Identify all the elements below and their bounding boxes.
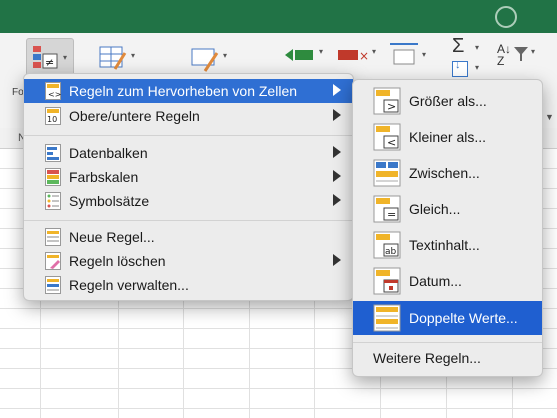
menu-item-color-scales[interactable]: Farbskalen — [24, 165, 353, 189]
chevron-down-icon: ▾ — [475, 63, 480, 72]
submenu-item-more-rules[interactable]: Weitere Regeln... — [353, 344, 542, 372]
top-bottom-rules-icon: 10 — [45, 107, 61, 125]
title-bar — [0, 0, 557, 33]
submenu-item-label: Gleich... — [409, 201, 461, 217]
menu-item-highlight-cell-rules[interactable]: <> Regeln zum Hervorheben von Zellen — [24, 79, 353, 103]
svg-text:<>: <> — [48, 90, 61, 99]
svg-text:≠: ≠ — [45, 56, 54, 69]
scroll-arrow[interactable]: ▼ — [545, 112, 554, 122]
menu-item-icon-sets[interactable]: Symbolsätze — [24, 189, 353, 213]
insert-cells-icon — [285, 49, 313, 61]
color-scales-icon — [45, 168, 61, 186]
submenu-item-date-occurring[interactable]: Datum... — [353, 264, 542, 298]
fill-down-icon: ↓ — [455, 59, 461, 71]
submenu-item-label: Weitere Regeln... — [373, 350, 481, 366]
submenu-arrow-icon — [333, 170, 341, 182]
menu-item-label: Farbskalen — [69, 169, 139, 185]
submenu-item-label: Doppelte Werte... — [409, 310, 518, 326]
svg-text:×: × — [359, 49, 369, 63]
chevron-down-icon: ▾ — [131, 51, 136, 60]
menu-separator — [24, 135, 353, 136]
svg-text:>: > — [387, 100, 396, 113]
cell-styles-button[interactable]: ▾ — [187, 41, 231, 75]
conditional-formatting-menu: <> Regeln zum Hervorheben von Zellen 10 … — [23, 73, 354, 301]
menu-item-label: Neue Regel... — [69, 229, 155, 245]
text-contains-icon: ab — [373, 231, 401, 259]
submenu-item-label: Größer als... — [409, 93, 487, 109]
format-as-table-icon — [99, 46, 127, 70]
conditional-formatting-icon: ≠ — [33, 46, 58, 69]
sort-filter-button[interactable]: A↓Z ▾ — [495, 41, 539, 75]
menu-item-clear-rules[interactable]: Regeln löschen — [24, 249, 353, 273]
account-icon[interactable] — [495, 6, 517, 28]
submenu-item-label: Zwischen... — [409, 165, 480, 181]
greater-than-icon: > — [373, 87, 401, 115]
svg-text:<: < — [387, 136, 396, 149]
menu-item-manage-rules[interactable]: Regeln verwalten... — [24, 273, 353, 297]
filter-icon — [514, 47, 528, 61]
format-as-table-button[interactable]: ▾ — [95, 41, 139, 75]
submenu-arrow-icon — [333, 109, 341, 121]
delete-cells-icon: × — [338, 49, 369, 63]
date-occurring-icon — [373, 267, 401, 295]
ribbon-left-label: Fo — [12, 87, 24, 98]
menu-item-label: Regeln zum Hervorheben von Zellen — [69, 83, 298, 99]
submenu-arrow-icon — [333, 254, 341, 266]
menu-item-label: Regeln löschen — [69, 253, 166, 269]
menu-item-data-bars[interactable]: Datenbalken — [24, 141, 353, 165]
format-cells-button[interactable]: ▾ — [386, 38, 430, 72]
submenu-separator — [353, 342, 542, 343]
highlight-cell-rules-submenu: > Größer als... < Kleiner als... Zwische… — [352, 79, 543, 377]
new-rule-icon — [45, 228, 61, 246]
submenu-item-equal-to[interactable]: = Gleich... — [353, 192, 542, 226]
manage-rules-icon — [45, 276, 61, 294]
menu-item-label: Obere/untere Regeln — [69, 108, 200, 124]
submenu-item-label: Textinhalt... — [409, 237, 480, 253]
submenu-arrow-icon — [333, 84, 341, 96]
menu-separator — [24, 220, 353, 221]
submenu-item-label: Datum... — [409, 273, 462, 289]
menu-item-label: Datenbalken — [69, 145, 148, 161]
submenu-item-greater-than[interactable]: > Größer als... — [353, 84, 542, 118]
highlight-rules-icon: <> — [45, 82, 61, 100]
menu-item-label: Regeln verwalten... — [69, 277, 189, 293]
chevron-down-icon: ▾ — [223, 51, 228, 60]
format-cells-icon — [390, 43, 418, 65]
duplicate-values-icon — [373, 304, 401, 332]
autosum-button[interactable]: Σ — [452, 35, 464, 58]
cell-styles-icon — [191, 48, 219, 72]
submenu-item-duplicate-values[interactable]: Doppelte Werte... — [353, 301, 542, 335]
submenu-arrow-icon — [333, 146, 341, 158]
svg-text:ab: ab — [385, 247, 397, 257]
sort-icon: A↓Z — [497, 42, 512, 68]
chevron-down-icon: ▾ — [422, 50, 427, 59]
menu-item-top-bottom-rules[interactable]: 10 Obere/untere Regeln — [24, 104, 353, 128]
less-than-icon: < — [373, 123, 401, 151]
submenu-item-between[interactable]: Zwischen... — [353, 156, 542, 190]
submenu-item-less-than[interactable]: < Kleiner als... — [353, 120, 542, 154]
equal-to-icon: = — [373, 195, 401, 223]
chevron-down-icon: ▾ — [531, 47, 536, 56]
submenu-item-text-contains[interactable]: ab Textinhalt... — [353, 228, 542, 262]
chevron-down-icon: ▾ — [475, 43, 480, 52]
clear-rules-icon — [45, 252, 61, 270]
menu-item-new-rule[interactable]: Neue Regel... — [24, 225, 353, 249]
svg-text:10: 10 — [47, 115, 57, 124]
submenu-item-label: Kleiner als... — [409, 129, 487, 145]
submenu-arrow-icon — [333, 194, 341, 206]
chevron-down-icon: ▾ — [372, 47, 377, 56]
icon-sets-icon — [45, 192, 61, 210]
fill-button[interactable]: ↓ — [452, 59, 468, 77]
svg-text:=: = — [387, 208, 396, 221]
between-icon — [373, 159, 401, 187]
chevron-down-icon: ▾ — [319, 47, 324, 56]
data-bars-icon — [45, 144, 61, 162]
chevron-down-icon: ▾ — [63, 53, 68, 62]
insert-cells-button[interactable]: ▾ — [283, 41, 327, 69]
menu-item-label: Symbolsätze — [69, 193, 150, 209]
delete-cells-button[interactable]: × ▾ — [336, 41, 380, 69]
